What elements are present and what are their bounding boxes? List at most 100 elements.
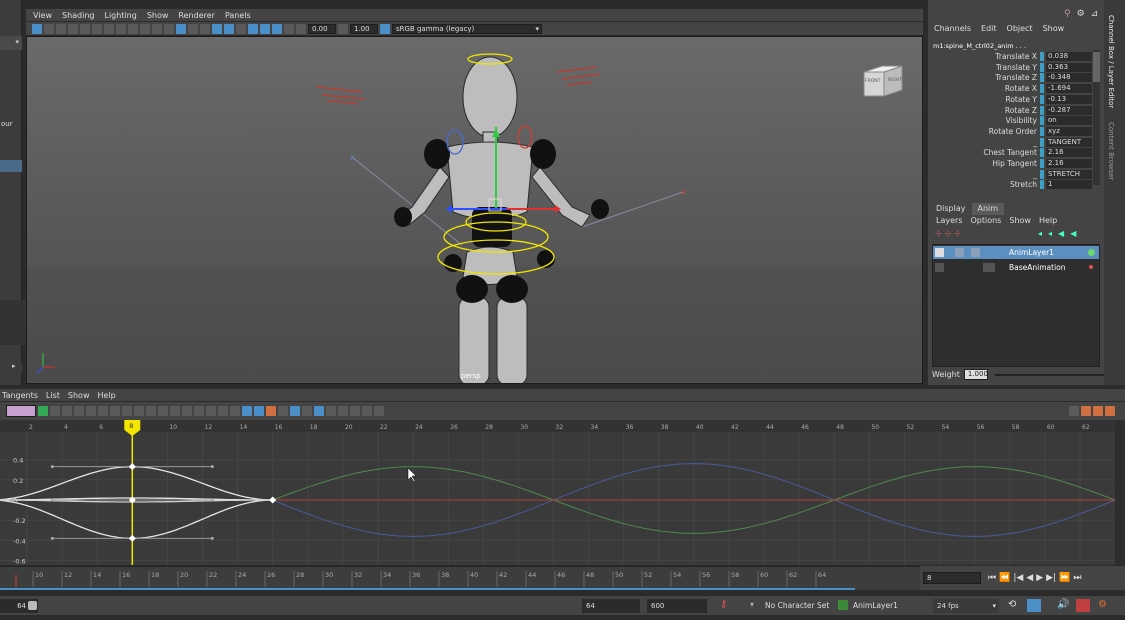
channel-row[interactable]: Rotate Z -0.287	[935, 105, 1095, 116]
channel-row[interactable]: Rotate X -1.694	[935, 83, 1095, 94]
layer-lock-icon[interactable]	[935, 248, 944, 257]
camera-attributes-icon[interactable]	[44, 23, 54, 34]
layer-lock-icon[interactable]	[935, 263, 944, 272]
viewport-menu-panels[interactable]: Panels	[225, 11, 251, 20]
textured-icon[interactable]	[200, 23, 210, 34]
cached-playback-icon[interactable]	[1076, 599, 1090, 612]
cb-menu-object[interactable]: Object	[1007, 24, 1033, 33]
anim-prefs-icon[interactable]: ⚙	[1098, 599, 1107, 610]
curve-weight-icon[interactable]	[350, 406, 360, 416]
ge-menu-tangents[interactable]: Tangents	[2, 391, 38, 400]
channel-row[interactable]: Rotate Y -0.13	[935, 94, 1095, 105]
ghost-curve-icon[interactable]	[362, 406, 372, 416]
channel-value[interactable]: 1	[1046, 180, 1092, 190]
viewport-menu-show[interactable]: Show	[147, 11, 169, 20]
buffer-curve-icon[interactable]	[194, 406, 204, 416]
bookmark-icon[interactable]	[56, 23, 66, 34]
normalize-icon[interactable]	[302, 406, 312, 416]
cb-menu-edit[interactable]: Edit	[981, 24, 997, 33]
current-frame-field[interactable]: 8	[923, 572, 981, 584]
channel-value[interactable]: -0.287	[1046, 105, 1092, 115]
clamped-tangent-icon[interactable]	[134, 406, 144, 416]
3d-viewport[interactable]: × × FRONT RIGHT persp	[26, 36, 923, 384]
fps-dropdown[interactable]: 24 fps ▾	[933, 599, 999, 613]
channel-row[interactable]: Translate Y 0.363	[935, 62, 1095, 73]
cb-menu-show[interactable]: Show	[1043, 24, 1065, 33]
pin-curve-icon[interactable]	[374, 406, 384, 416]
spline-tangent-icon[interactable]	[122, 406, 132, 416]
move-layer-down-icon[interactable]: ◂	[1048, 229, 1052, 238]
film-gate-icon[interactable]	[92, 23, 102, 34]
gate-mask-icon[interactable]	[116, 23, 126, 34]
move-nearest-icon[interactable]	[50, 406, 60, 416]
smooth-shade-icon[interactable]	[176, 23, 186, 34]
shadows-icon[interactable]	[224, 23, 234, 34]
weight-field[interactable]: 1.000	[963, 369, 988, 380]
xray-icon[interactable]	[260, 23, 270, 34]
linear-tangent-icon[interactable]	[146, 406, 156, 416]
step-forward-frame-icon[interactable]: ⏩	[1059, 573, 1070, 583]
pre-infinity-icon[interactable]	[326, 406, 336, 416]
channel-row[interactable]: _ TANGENT	[935, 137, 1095, 148]
key-stats-field[interactable]	[6, 405, 36, 417]
free-tangent-weight-icon[interactable]	[242, 406, 252, 416]
new-layer-icon[interactable]: ⊹	[935, 229, 942, 238]
ge-menu-help[interactable]: Help	[98, 391, 116, 400]
character-set-dropdown-icon[interactable]: ▾	[750, 600, 754, 609]
ge-menu-show[interactable]: Show	[68, 391, 90, 400]
step-back-frame-icon[interactable]: ⏪	[999, 573, 1010, 583]
ambient-occlusion-icon[interactable]	[236, 23, 246, 34]
channel-row[interactable]: Chest Tangent 2.16	[935, 147, 1095, 158]
layer-menu-layers[interactable]: Layers	[936, 216, 962, 225]
layer-solo-icon[interactable]	[971, 248, 980, 257]
default-material-icon[interactable]	[188, 23, 198, 34]
lock-layer-icon[interactable]: ◀	[1058, 229, 1064, 238]
stacked-curves-icon[interactable]	[314, 406, 324, 416]
channel-row[interactable]: Hip Tangent 2.16	[935, 158, 1095, 169]
loop-icon[interactable]: ⟲	[1008, 599, 1016, 610]
lattice-icon[interactable]	[74, 406, 84, 416]
post-infinity-icon[interactable]	[338, 406, 348, 416]
plateau-tangent-icon[interactable]	[182, 406, 192, 416]
graph-editor-scrollbar[interactable]	[1115, 420, 1125, 565]
weight-slider-track[interactable]	[994, 373, 1115, 376]
anim-layer-label[interactable]: AnimLayer1	[853, 601, 898, 610]
insert-key-icon[interactable]	[62, 406, 72, 416]
modeling-icon[interactable]: ⚙	[1077, 9, 1085, 19]
channel-value[interactable]: 2.16	[1046, 159, 1092, 168]
new-layer-selected-icon[interactable]: ⊹	[945, 229, 952, 238]
go-to-end-icon[interactable]: ⏭	[1073, 573, 1081, 583]
channel-value[interactable]: 2.16	[1046, 148, 1092, 158]
step-tangent-icon[interactable]	[170, 406, 180, 416]
channel-row[interactable]: Stretch 1	[935, 179, 1095, 190]
playback-options-icon[interactable]	[1027, 599, 1041, 612]
select-layer-icon[interactable]: ◀	[1070, 229, 1076, 238]
play-forwards-icon[interactable]: ▶	[1036, 573, 1043, 583]
lights-icon[interactable]	[212, 23, 222, 34]
channel-value[interactable]: STRETCH	[1046, 169, 1092, 179]
graph-layout-icon[interactable]	[1105, 406, 1115, 416]
dopesheet-icon[interactable]	[1081, 406, 1091, 416]
key-tick-icon[interactable]	[38, 406, 48, 416]
ge-menu-list[interactable]: List	[46, 391, 60, 400]
grid-icon[interactable]	[80, 23, 90, 34]
layer-row-baseanimation[interactable]: BaseAnimation	[933, 261, 1099, 274]
pin-icon[interactable]: ⊿	[1091, 9, 1099, 19]
sound-icon[interactable]: 🔊	[1057, 599, 1069, 610]
viewport-menu-lighting[interactable]: Lighting	[104, 11, 136, 20]
channel-box-scrollbar[interactable]	[1093, 50, 1100, 185]
character-icon[interactable]: ⚲	[1064, 9, 1071, 19]
time-snap-icon[interactable]	[278, 406, 288, 416]
lock-tangent-weight-icon[interactable]	[254, 406, 264, 416]
step-forward-key-icon[interactable]: ▶|	[1046, 573, 1056, 583]
side-tab-channel-box[interactable]: Channel Box / Layer Editor	[1107, 15, 1115, 108]
go-to-start-icon[interactable]: ⏮	[988, 573, 996, 583]
xray-joints-icon[interactable]	[272, 23, 282, 34]
gamma-icon[interactable]	[338, 23, 348, 34]
viewport-menu-renderer[interactable]: Renderer	[178, 11, 215, 20]
color-management-icon[interactable]	[380, 23, 390, 34]
channel-value[interactable]: -0.348	[1046, 73, 1092, 83]
retime-icon[interactable]	[98, 406, 108, 416]
xray-components-icon[interactable]	[284, 23, 294, 34]
isolate-select-icon[interactable]	[248, 23, 258, 34]
